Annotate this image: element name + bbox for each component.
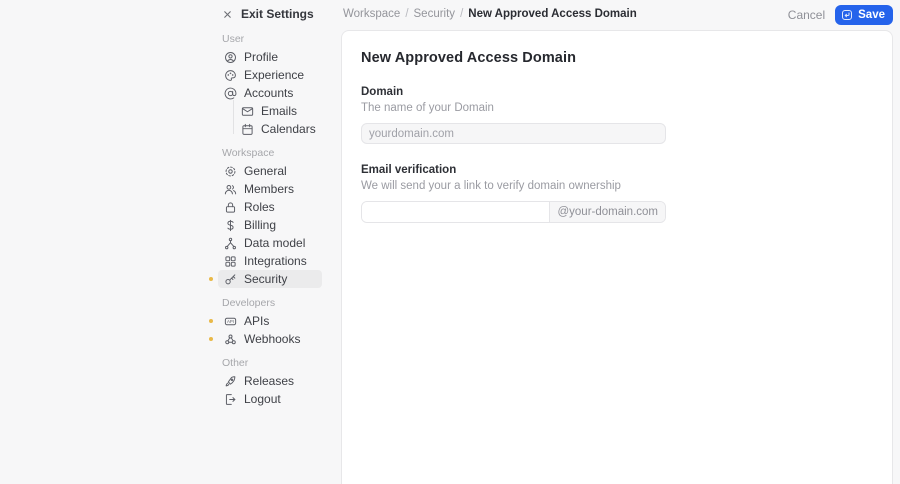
settings-sidebar: User Profile Experience Accounts Emails …	[209, 30, 341, 408]
sidebar-item-label: Members	[244, 182, 295, 196]
sidebar-item-label: Billing	[244, 218, 277, 232]
at-sign-icon	[224, 87, 237, 100]
sidebar-item-label: Roles	[244, 200, 275, 214]
sidebar-item-roles[interactable]: Roles	[218, 198, 322, 216]
section-label-developers: Developers	[222, 297, 276, 309]
sidebar-item-label: Calendars	[261, 122, 316, 136]
breadcrumb-security[interactable]: Security	[414, 8, 456, 20]
settings-app: Exit Settings Workspace / Security / New…	[0, 0, 900, 484]
sidebar-item-apis[interactable]: API APIs	[209, 312, 322, 330]
key-icon	[224, 273, 237, 286]
email-domain-suffix: @your-domain.com	[549, 202, 665, 222]
breadcrumb-separator: /	[460, 8, 464, 20]
envelope-icon	[241, 105, 254, 118]
sidebar-item-label: Integrations	[244, 254, 307, 268]
sidebar-item-label: Profile	[244, 50, 279, 64]
email-local-part-input[interactable]	[362, 202, 550, 222]
sidebar-item-label: Releases	[244, 374, 295, 388]
rocket-icon	[224, 375, 237, 388]
section-label-other: Other	[222, 357, 249, 369]
email-verification-description: We will send your a link to verify domai…	[361, 180, 621, 192]
breadcrumb-current: New Approved Access Domain	[468, 8, 637, 20]
sidebar-item-billing[interactable]: Billing	[218, 216, 322, 234]
change-indicator-dot	[209, 319, 213, 323]
enter-key-icon	[841, 9, 853, 21]
exit-settings-button[interactable]: Exit Settings	[222, 7, 314, 21]
email-verification-field: Email verification We will send your a l…	[361, 164, 666, 223]
sidebar-item-label: Webhooks	[244, 332, 301, 346]
branch-icon	[224, 237, 237, 250]
experience-icon	[224, 69, 237, 82]
breadcrumb-separator: /	[405, 8, 409, 20]
settings-content-panel: New Approved Access Domain Domain The na…	[341, 30, 893, 484]
api-chip-icon: API	[224, 315, 237, 328]
sidebar-item-profile[interactable]: Profile	[218, 48, 322, 66]
sidebar-item-webhooks[interactable]: Webhooks	[209, 330, 322, 348]
close-icon	[222, 9, 233, 20]
save-button[interactable]: Save	[835, 5, 893, 25]
header-actions: Cancel Save	[788, 5, 893, 25]
sidebar-item-integrations[interactable]: Integrations	[218, 252, 322, 270]
save-button-label: Save	[858, 9, 885, 21]
webhook-icon	[224, 333, 237, 346]
grid-icon	[224, 255, 237, 268]
cancel-button[interactable]: Cancel	[788, 8, 825, 22]
gear-icon	[224, 165, 237, 178]
domain-field-label: Domain	[361, 86, 404, 98]
email-input-group: @your-domain.com	[361, 201, 666, 223]
logout-icon	[224, 393, 237, 406]
change-indicator-dot	[209, 337, 213, 341]
domain-input[interactable]	[361, 123, 666, 144]
breadcrumb: Workspace / Security / New Approved Acce…	[343, 8, 637, 20]
sidebar-item-label: Experience	[244, 68, 305, 82]
sidebar-item-emails[interactable]: Emails	[237, 102, 337, 120]
sidebar-item-label: General	[244, 164, 287, 178]
sidebar-item-label: APIs	[244, 314, 270, 328]
change-indicator-dot	[209, 277, 213, 281]
sidebar-item-releases[interactable]: Releases	[218, 372, 322, 390]
sidebar-item-label: Logout	[244, 392, 281, 406]
lock-icon	[224, 201, 237, 214]
exit-settings-label: Exit Settings	[241, 7, 314, 21]
calendar-icon	[241, 123, 254, 136]
breadcrumb-workspace[interactable]: Workspace	[343, 8, 400, 20]
sidebar-item-experience[interactable]: Experience	[218, 66, 322, 84]
domain-field-description: The name of your Domain	[361, 102, 494, 114]
sidebar-item-label: Security	[244, 272, 288, 286]
dollar-icon	[224, 219, 237, 232]
page-title: New Approved Access Domain	[361, 50, 577, 66]
sidebar-item-data-model[interactable]: Data model	[218, 234, 322, 252]
section-label-user: User	[222, 33, 245, 45]
sidebar-item-label: Data model	[244, 236, 306, 250]
section-label-workspace: Workspace	[222, 147, 275, 159]
sidebar-item-calendars[interactable]: Calendars	[237, 120, 337, 138]
sidebar-item-general[interactable]: General	[218, 162, 322, 180]
sidebar-item-logout[interactable]: Logout	[218, 390, 322, 408]
sidebar-item-label: Emails	[261, 104, 298, 118]
domain-field: Domain The name of your Domain	[361, 86, 666, 144]
sidebar-item-label: Accounts	[244, 86, 294, 100]
user-circle-icon	[224, 51, 237, 64]
accounts-subtree: Emails Calendars	[233, 100, 341, 138]
sidebar-item-members[interactable]: Members	[218, 180, 322, 198]
svg-text:API: API	[227, 319, 234, 324]
users-icon	[224, 183, 237, 196]
email-verification-label: Email verification	[361, 164, 457, 176]
sidebar-item-security[interactable]: Security	[209, 270, 322, 288]
